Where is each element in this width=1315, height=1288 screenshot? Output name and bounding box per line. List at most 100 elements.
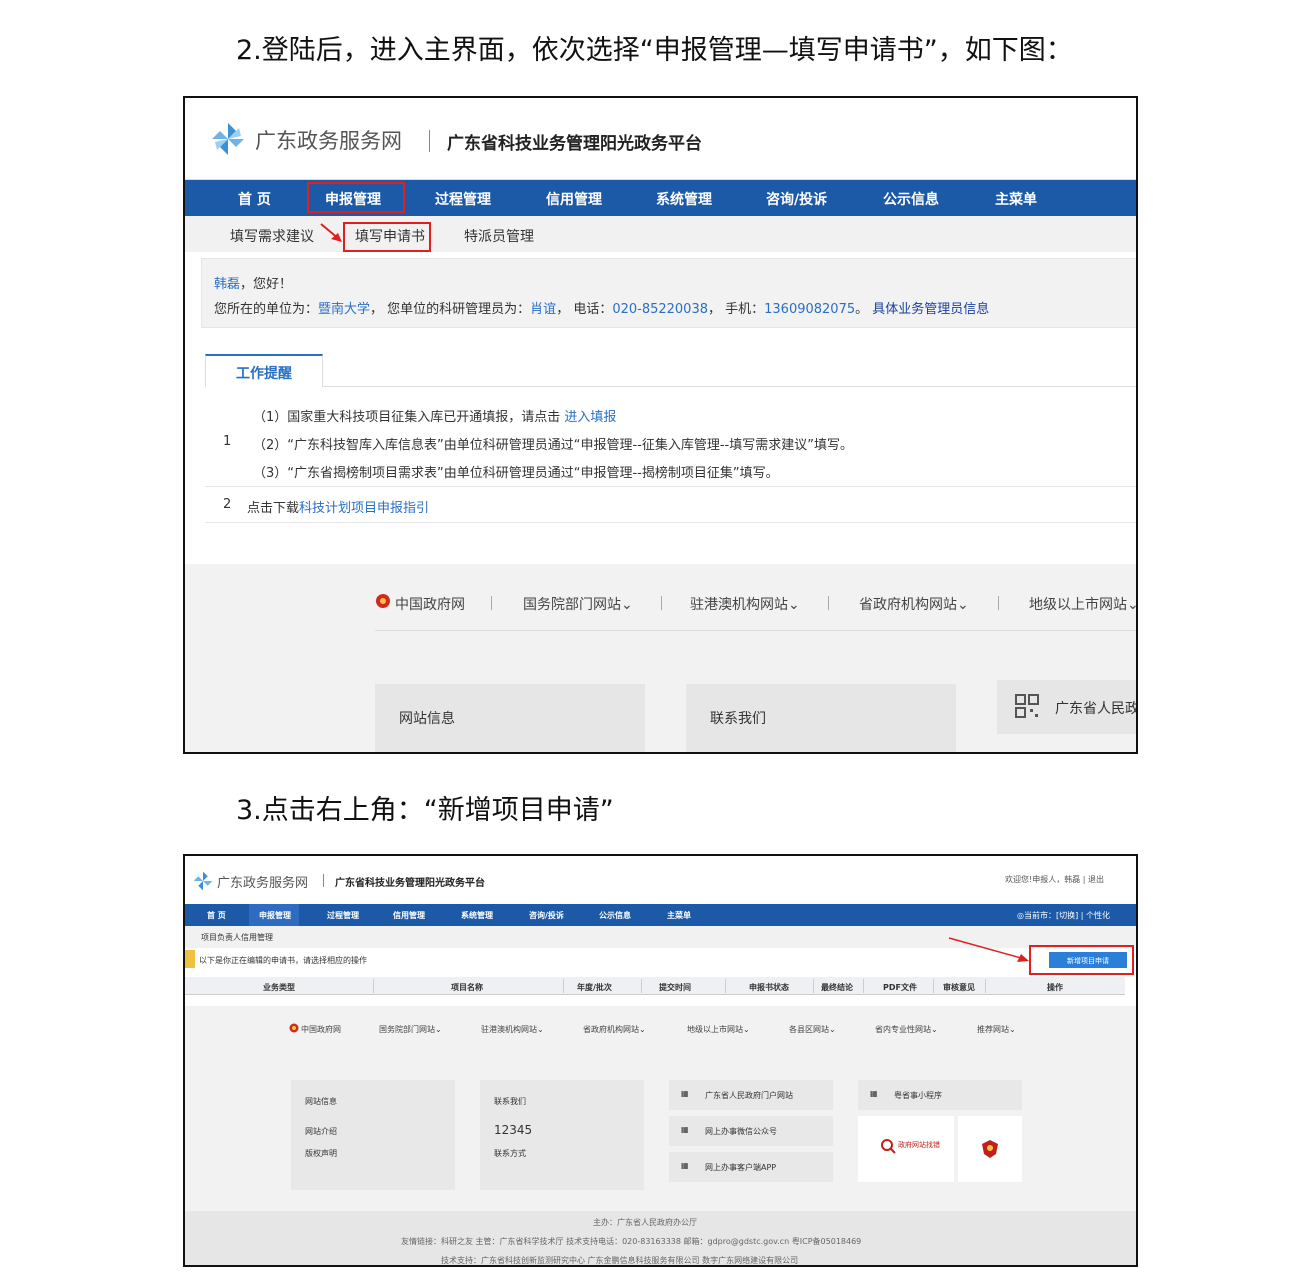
subnav-commissioner[interactable]: 特派员管理 — [464, 226, 534, 246]
footer-link-state-council[interactable]: 国务院部门网站⌄ — [379, 1024, 442, 1035]
col-status: 申报书状态 — [749, 983, 789, 992]
screenshot-main-interface: 广东政务服务网 广东省科技业务管理阳光政务平台 首 页 申报管理 过程管理 信用… — [183, 96, 1138, 754]
site-footer: 中国政府网 国务院部门网站⌄ 驻港澳机构网站⌄ 省政府机构网站⌄ 地级以上市网站… — [185, 1006, 1136, 1265]
nav-credit[interactable]: 信用管理 — [393, 910, 425, 921]
nav-process[interactable]: 过程管理 — [327, 910, 359, 921]
host-text: 主办：广东省人民政府办公厅 — [593, 1218, 697, 1227]
footer-card-contact: 联系我们 — [686, 684, 956, 752]
footer-link-professional[interactable]: 省内专业性网站⌄ — [875, 1024, 938, 1035]
red-arrow-icon — [320, 223, 342, 242]
gov-site-error-badge[interactable]: 政府网站找错 — [858, 1116, 954, 1182]
footer-link-gov[interactable]: 中国政府网 — [395, 594, 465, 614]
admin-name: 肖谊 — [530, 302, 557, 317]
tab-underline — [205, 386, 1136, 387]
col-conclusion: 最终结论 — [821, 983, 853, 992]
screenshot-application-list: 广东政务服务网 广东省科技业务管理阳光政务平台 欢迎您!申报人，韩磊 | 退出 … — [183, 854, 1138, 1267]
guide-download-link[interactable]: 科技计划项目申报指引 — [299, 501, 429, 516]
footer-link-recommended[interactable]: 推荐网站⌄ — [977, 1024, 1016, 1035]
user-welcome[interactable]: 欢迎您!申报人，韩磊 | 退出 — [1005, 874, 1104, 885]
national-emblem-icon — [376, 594, 390, 608]
greeting-panel: 韩磊，您好！ 您所在的单位为：暨南大学， 您单位的科研管理员为：肖谊， 电话：0… — [201, 258, 1136, 328]
nav-process[interactable]: 过程管理 — [435, 189, 491, 209]
notice-marker — [185, 950, 195, 968]
nav-declaration[interactable]: 申报管理 — [259, 910, 291, 921]
highlight-box-add — [1029, 945, 1134, 975]
main-nav: 首 页 申报管理 过程管理 信用管理 系统管理 咨询/投诉 公示信息 主菜单 ◎… — [185, 904, 1136, 926]
pinwheel-logo-icon — [212, 123, 244, 155]
phone-number: 020-85220038 — [612, 302, 708, 317]
copyright-link[interactable]: 版权声明 — [305, 1148, 337, 1159]
nav-consult[interactable]: 咨询/投诉 — [529, 910, 564, 921]
row-divider — [205, 486, 1136, 487]
unit-name: 暨南大学 — [318, 302, 371, 317]
platform-name: 广东省科技业务管理阳光政务平台 — [447, 134, 702, 154]
site-name[interactable]: 广东政务服务网 — [255, 125, 402, 155]
footer-link-cities[interactable]: 地级以上市网站⌄ — [687, 1024, 750, 1035]
footer-link-hk-macau[interactable]: 驻港澳机构网站⌄ — [481, 1024, 544, 1035]
nav-system[interactable]: 系统管理 — [461, 910, 493, 921]
notice-row-1: （1）国家重大科技项目征集入库已开通填报，请点击 进入填报 — [253, 410, 617, 425]
footer-link-state-council[interactable]: 国务院部门网站⌄ — [523, 594, 633, 614]
admin-info-link[interactable]: 具体业务管理员信息 — [872, 302, 989, 317]
subnav-demand[interactable]: 填写需求建议 — [230, 226, 314, 246]
contact-link[interactable]: 联系方式 — [494, 1148, 526, 1159]
nav-home[interactable]: 首 页 — [207, 910, 226, 921]
site-name[interactable]: 广东政务服务网 — [217, 872, 308, 891]
hotline-number: 12345 — [494, 1123, 533, 1137]
site-footer: 中国政府网 国务院部门网站⌄ 驻港澳机构网站⌄ 省政府机构网站⌄ 地级以上市网站… — [185, 564, 1136, 752]
nav-publicity[interactable]: 公示信息 — [883, 189, 939, 209]
footer-card-portal[interactable]: 广东省人民政 — [997, 680, 1136, 734]
site-intro-link[interactable]: 网站介绍 — [305, 1126, 337, 1137]
col-submit-time: 提交时间 — [659, 983, 691, 992]
footer-link-gov[interactable]: 中国政府网 — [301, 1024, 341, 1035]
nav-main-menu[interactable]: 主菜单 — [667, 910, 691, 921]
city-switch[interactable]: ◎当前市：[切换] | 个性化 — [1017, 910, 1110, 921]
nav-publicity[interactable]: 公示信息 — [599, 910, 631, 921]
qr-wechat[interactable]: ▦ 网上办事微信公众号 — [669, 1116, 833, 1146]
footer-card-site-info: 网站信息 — [375, 684, 645, 752]
col-review: 审核意见 — [943, 983, 975, 992]
nav-system[interactable]: 系统管理 — [656, 189, 712, 209]
footer-link-province[interactable]: 省政府机构网站⌄ — [859, 594, 969, 614]
footer-site-info: 网站信息 网站介绍 版权声明 — [291, 1080, 455, 1190]
qr-code-icon — [1015, 694, 1039, 718]
notice-number-2: 2 — [223, 497, 232, 512]
col-pdf: PDF文件 — [883, 983, 917, 992]
qr-code-icon: ▦ — [681, 1125, 689, 1134]
qr-code-icon: ▦ — [681, 1161, 689, 1170]
footer-info-line: 友情链接：科研之友 主管：广东省科学技术厅 技术支持电话：020-8316333… — [401, 1237, 862, 1246]
highlight-box-declaration — [307, 182, 405, 213]
pinwheel-logo-icon — [193, 871, 213, 891]
nav-consult[interactable]: 咨询/投诉 — [766, 189, 827, 209]
mobile-number: 13609082075 — [764, 302, 856, 317]
qr-code-icon: ▦ — [681, 1089, 689, 1098]
footer-link-cities[interactable]: 地级以上市网站⌄ — [1029, 594, 1136, 614]
col-project-name: 项目名称 — [451, 983, 483, 992]
col-business-type: 业务类型 — [263, 983, 295, 992]
row-divider — [205, 522, 1136, 523]
notice-row-4: 点击下载科技计划项目申报指引 — [247, 501, 430, 516]
application-table-header: 业务类型 项目名称 年度/批次 提交时间 申报书状态 最终结论 PDF文件 审核… — [185, 977, 1125, 995]
footer-contact: 联系我们 12345 联系方式 — [480, 1080, 644, 1190]
nav-home[interactable]: 首 页 — [238, 189, 271, 209]
notice-number-1: 1 — [223, 434, 232, 449]
footer-link-counties[interactable]: 各县区网站⌄ — [789, 1024, 836, 1035]
qr-portal[interactable]: ▦ 广东省人民政府门户网站 — [669, 1080, 833, 1110]
footer-link-province[interactable]: 省政府机构网站⌄ — [583, 1024, 646, 1035]
platform-name: 广东省科技业务管理阳光政务平台 — [335, 878, 485, 889]
step2-heading: 2.登陆后，进入主界面，依次选择“申报管理—填写申请书”，如下图： — [236, 35, 1073, 66]
site-header: 广东政务服务网 广东省科技业务管理阳光政务平台 欢迎您!申报人，韩磊 | 退出 — [185, 856, 1136, 904]
step3-heading: 3.点击右上角：“新增项目申请” — [236, 795, 614, 826]
col-actions: 操作 — [1047, 983, 1063, 992]
red-arrow-icon — [948, 937, 1029, 962]
tab-work-reminder[interactable]: 工作提醒 — [205, 354, 323, 387]
nav-credit[interactable]: 信用管理 — [546, 189, 602, 209]
nav-main-menu[interactable]: 主菜单 — [995, 189, 1037, 209]
footer-bottom: 主办：广东省人民政府办公厅 友情链接：科研之友 主管：广东省科学技术厅 技术支持… — [185, 1211, 1136, 1265]
police-badge[interactable] — [958, 1116, 1022, 1182]
qr-app[interactable]: ▦ 网上办事客户端APP — [669, 1152, 833, 1182]
footer-link-hk-macau[interactable]: 驻港澳机构网站⌄ — [690, 594, 800, 614]
qr-mini-program[interactable]: ▦ 粤省事小程序 — [858, 1080, 1022, 1110]
tech-support-line: 技术支持：广东省科技创新监测研究中心 广东金鹏信息科技服务有限公司 数字广东网络… — [441, 1256, 799, 1265]
enter-fill-link[interactable]: 进入填报 — [564, 410, 616, 425]
